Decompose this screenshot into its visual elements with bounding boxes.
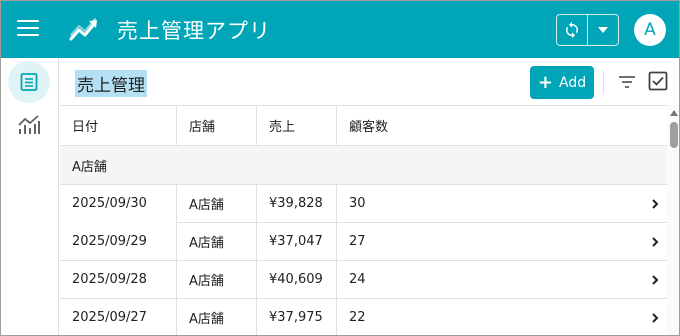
sync-icon [565, 21, 578, 39]
store-cell: A店舗 [177, 299, 257, 335]
column-header-sales[interactable]: 売上 [257, 106, 337, 145]
sales-table: 日付 店舗 売上 顧客数 A店舗 2025/09/30 A店舗 ¥39,828 … [60, 105, 667, 335]
app-window: 売上管理アプリ A 売上管理 + Add 日付 店舗 売上 顧客数 A店舗 20… [0, 0, 680, 336]
page-title: 売上管理 [75, 70, 147, 97]
store-cell: A店舗 [177, 223, 257, 260]
scrollbar-thumb[interactable] [670, 122, 678, 148]
column-header-store[interactable]: 店舗 [177, 106, 257, 145]
hamburger-icon[interactable] [17, 20, 39, 38]
sales-cell: ¥39,828 [257, 185, 337, 222]
sync-menu-button[interactable] [588, 15, 618, 45]
customers-cell: 30 [349, 196, 366, 211]
nav-rail [1, 58, 59, 335]
date-cell: 2025/09/27 [60, 299, 177, 335]
table-scrollbar[interactable] [667, 105, 679, 335]
table-row[interactable]: 2025/09/30 A店舗 ¥39,828 30 [60, 185, 667, 223]
date-cell: 2025/09/28 [60, 261, 177, 298]
chevron-right-icon[interactable] [645, 223, 665, 260]
toolbar-divider [603, 72, 604, 94]
app-title: 売上管理アプリ [117, 19, 271, 43]
customers-cell: 27 [349, 234, 366, 249]
column-header-date[interactable]: 日付 [60, 106, 177, 145]
table-header: 日付 店舗 売上 顧客数 [60, 106, 667, 146]
plus-icon: + [537, 71, 553, 93]
trending-up-icon [69, 18, 97, 41]
customers-cell: 24 [349, 272, 366, 287]
add-button-label: Add [558, 74, 587, 91]
caret-down-icon [597, 27, 608, 33]
scroll-up-arrow-icon[interactable] [670, 110, 678, 116]
add-button[interactable]: + Add [530, 66, 594, 99]
rail-item-list[interactable] [8, 61, 50, 103]
column-header-customers[interactable]: 顧客数 [337, 106, 627, 145]
group-row[interactable]: A店舗 [60, 146, 667, 185]
sales-cell: ¥40,609 [257, 261, 337, 298]
date-cell: 2025/09/29 [60, 223, 177, 260]
store-cell: A店舗 [177, 261, 257, 298]
toolbar: 売上管理 + Add [60, 58, 679, 105]
checkbox-icon[interactable] [648, 71, 668, 91]
chevron-right-icon[interactable] [645, 185, 665, 222]
rail-item-chart[interactable] [8, 103, 50, 145]
sales-cell: ¥37,047 [257, 223, 337, 260]
group-label: A店舗 [72, 159, 107, 175]
date-cell: 2025/09/30 [60, 185, 177, 223]
chevron-right-icon[interactable] [645, 261, 665, 298]
customers-cell: 22 [349, 310, 366, 325]
store-cell: A店舗 [177, 185, 257, 222]
sync-button[interactable] [557, 15, 588, 45]
sync-button-group [556, 14, 619, 46]
filter-icon[interactable] [618, 74, 636, 90]
table-row[interactable]: 2025/09/28 A店舗 ¥40,609 24 [60, 261, 667, 299]
list-icon [20, 73, 38, 91]
app-bar: 売上管理アプリ A [1, 1, 679, 58]
chevron-right-icon[interactable] [645, 299, 665, 335]
sales-cell: ¥37,975 [257, 299, 337, 335]
line-chart-icon [18, 115, 40, 134]
table-row[interactable]: 2025/09/27 A店舗 ¥37,975 22 [60, 299, 667, 335]
table-row[interactable]: 2025/09/29 A店舗 ¥37,047 27 [60, 223, 667, 261]
avatar[interactable]: A [634, 14, 666, 46]
